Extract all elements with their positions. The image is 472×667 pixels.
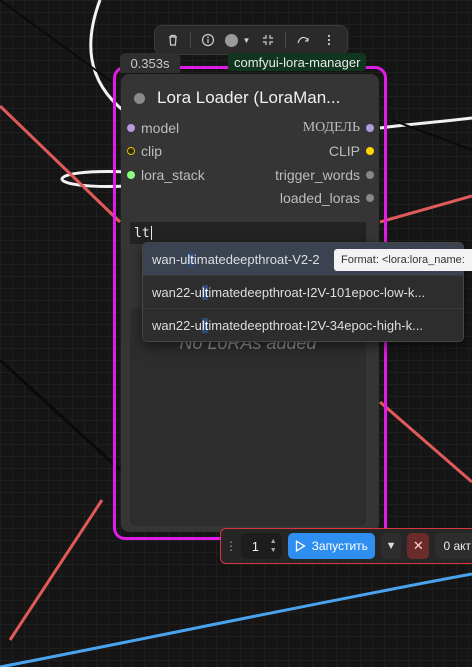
batch-count-stepper[interactable]: 1 ▲ ▼ bbox=[241, 533, 282, 559]
wire-red-right-top bbox=[379, 194, 472, 224]
more-icon[interactable] bbox=[317, 28, 341, 52]
batch-count-value: 1 bbox=[251, 538, 259, 554]
play-icon bbox=[295, 540, 306, 552]
slot-label: lora_stack bbox=[141, 167, 205, 183]
item-text: wan-u bbox=[152, 251, 188, 267]
run-label: Запустить bbox=[311, 539, 368, 553]
chevron-down-icon: ▼ bbox=[242, 35, 251, 45]
search-input-value: lt bbox=[134, 225, 150, 241]
node-toolbar: ▼ bbox=[154, 25, 348, 55]
slot-label: МОДЕЛЬ bbox=[302, 120, 360, 135]
stop-button[interactable]: ✕ bbox=[407, 533, 430, 559]
text-caret bbox=[150, 226, 152, 240]
wire-red-right-low bbox=[379, 400, 472, 484]
info-icon[interactable] bbox=[196, 28, 220, 52]
item-text: imatedeepthroat-V2-2 bbox=[193, 251, 320, 267]
item-text: wan22-u bbox=[152, 284, 202, 300]
wire-dark-diag bbox=[0, 358, 122, 472]
slot-label: CLIP bbox=[328, 143, 360, 159]
wire-blue bbox=[0, 572, 472, 667]
trash-icon[interactable] bbox=[161, 28, 185, 52]
wire-dark-diag-right bbox=[391, 119, 472, 151]
slot-dot-icon bbox=[366, 194, 374, 202]
run-options-chevron-icon[interactable]: ▼ bbox=[380, 533, 402, 559]
slot-label: clip bbox=[141, 143, 163, 159]
color-circle-icon bbox=[225, 33, 239, 47]
output-slot-trigger-words[interactable]: trigger_words bbox=[275, 167, 374, 183]
bypass-icon[interactable] bbox=[291, 28, 315, 52]
node-header[interactable]: Lora Loader (LoraMan... bbox=[121, 74, 379, 122]
stepper-arrows-icon[interactable]: ▲ ▼ bbox=[270, 537, 282, 555]
slot-dot-icon bbox=[127, 147, 135, 155]
collapse-icon[interactable] bbox=[256, 28, 280, 52]
slot-dot-icon bbox=[366, 171, 374, 179]
item-text: wan22-u bbox=[152, 317, 202, 333]
input-slot-lora-stack[interactable]: lora_stack bbox=[127, 167, 205, 183]
format-tooltip: Format: <lora:lora_name: bbox=[334, 249, 472, 271]
run-toolbar: ⋮⋮ 1 ▲ ▼ Запустить ▼ ✕ 0 акт bbox=[220, 528, 472, 564]
node-title: Lora Loader (LoraMan... bbox=[157, 88, 341, 107]
autocomplete-item[interactable]: wan22-u lt imatedeepthroat-I2V-34epoc-high… bbox=[143, 309, 463, 341]
output-slot-loaded-loras[interactable]: loaded_loras bbox=[280, 190, 374, 206]
wire-red-left bbox=[0, 104, 122, 224]
wire-white-right bbox=[379, 116, 472, 130]
color-picker-button[interactable]: ▼ bbox=[222, 28, 254, 52]
slot-label: loaded_loras bbox=[279, 190, 360, 206]
slot-dot-icon bbox=[366, 124, 374, 132]
slot-label: trigger_words bbox=[275, 167, 360, 183]
toolbar-divider bbox=[284, 32, 286, 48]
toolbar-divider bbox=[190, 32, 192, 48]
slot-dot-icon bbox=[366, 147, 374, 155]
input-slot-model[interactable]: model bbox=[127, 120, 179, 136]
close-icon: ✕ bbox=[412, 538, 424, 553]
drag-handle-icon[interactable]: ⋮⋮ bbox=[225, 539, 249, 553]
node-source-badge: comfyui-lora-manager bbox=[228, 53, 367, 71]
slot-dot-icon bbox=[127, 171, 135, 179]
collapse-dot-icon[interactable] bbox=[134, 92, 145, 104]
wire-red-bottom bbox=[8, 499, 104, 641]
autocomplete-item[interactable]: wan22-u lt imatedeepthroat-I2V-101epoc-low… bbox=[143, 276, 463, 309]
item-text: imatedeepthroat-I2V-34epoc-high-k... bbox=[208, 317, 424, 333]
lora-search-input[interactable]: lt bbox=[130, 222, 366, 244]
output-slot-clip[interactable]: CLIP bbox=[329, 143, 374, 159]
active-queue-button[interactable]: 0 акт bbox=[435, 533, 472, 559]
execution-time-badge: 0.353s bbox=[120, 53, 180, 73]
slot-label: model bbox=[141, 120, 180, 136]
output-slot-model[interactable]: МОДЕЛЬ bbox=[303, 120, 374, 136]
item-text: imatedeepthroat-I2V-101epoc-low-k... bbox=[208, 284, 426, 300]
input-slot-clip[interactable]: clip bbox=[127, 143, 162, 159]
slot-dot-icon bbox=[127, 124, 135, 132]
run-button[interactable]: Запустить bbox=[287, 533, 375, 559]
